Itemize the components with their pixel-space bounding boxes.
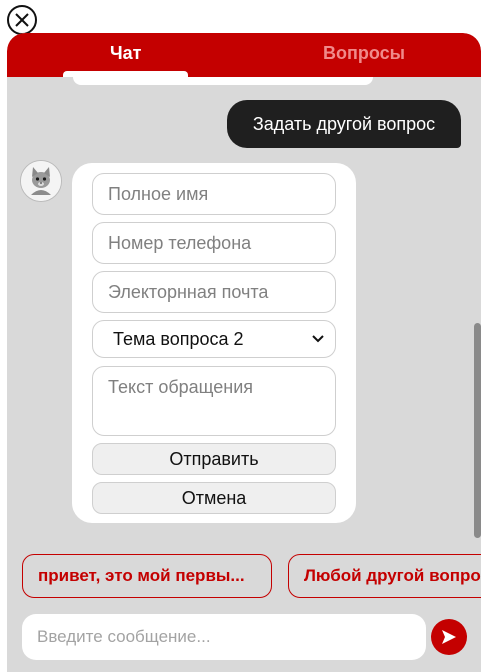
phone-field[interactable]	[92, 222, 336, 264]
contact-form-card: Тема вопроса 2 Отправить Отмена	[72, 163, 356, 523]
message-input[interactable]	[22, 614, 426, 660]
submit-button[interactable]: Отправить	[92, 443, 336, 475]
tab-chat[interactable]: Чат	[110, 43, 141, 64]
close-icon	[15, 13, 29, 27]
tab-questions[interactable]: Вопросы	[323, 43, 405, 64]
cat-avatar-icon	[21, 161, 61, 201]
previous-message-bubble	[73, 77, 373, 85]
chevron-down-icon	[312, 335, 324, 343]
full-name-field[interactable]	[92, 173, 336, 215]
user-message-bubble[interactable]: Задать другой вопрос	[227, 100, 461, 148]
quick-reply-other-question[interactable]: Любой другой вопрос	[288, 554, 481, 598]
send-icon	[442, 630, 456, 644]
scrollbar-thumb[interactable]	[474, 323, 481, 538]
email-field[interactable]	[92, 271, 336, 313]
bot-avatar	[20, 160, 62, 202]
cancel-button[interactable]: Отмена	[92, 482, 336, 514]
topic-select[interactable]: Тема вопроса 2	[92, 320, 336, 358]
chat-widget: Чат Вопросы Задать другой вопрос Тема во…	[7, 33, 481, 672]
tab-bar: Чат Вопросы	[7, 33, 481, 77]
message-textarea[interactable]	[92, 366, 336, 436]
quick-reply-first-question[interactable]: привет, это мой первы...	[22, 554, 272, 598]
send-button[interactable]	[431, 619, 467, 655]
close-button[interactable]	[7, 5, 37, 35]
topic-select-value: Тема вопроса 2	[113, 328, 244, 349]
